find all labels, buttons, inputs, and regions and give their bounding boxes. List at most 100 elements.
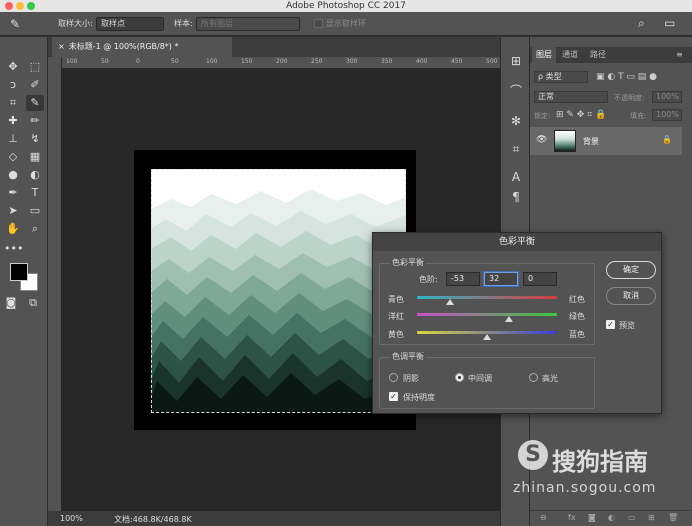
eraser-tool-icon[interactable]: ◇ <box>4 149 22 165</box>
adjustment-layer-icon[interactable]: ◐ <box>608 513 615 522</box>
tab-layers[interactable]: 图层 <box>532 47 556 63</box>
color-balance-group-label: 色彩平衡 <box>390 257 426 268</box>
cyan-red-slider-thumb[interactable] <box>446 299 454 305</box>
shadows-radio[interactable] <box>389 373 398 382</box>
ruler-tick-label: 100 <box>206 58 218 65</box>
crop-panel-icon[interactable]: ⌗ <box>508 141 524 157</box>
highlights-radio[interactable] <box>529 373 538 382</box>
ruler-tick-label: 150 <box>241 58 253 65</box>
fx-icon[interactable]: fx <box>568 513 576 522</box>
blend-row: 正常 不透明度: 100% <box>534 91 686 105</box>
more-tools-icon[interactable]: ••• <box>4 241 23 257</box>
new-layer-icon[interactable]: ⊞ <box>648 513 655 522</box>
search-icon[interactable]: ⌕ <box>638 16 645 31</box>
new-group-icon[interactable]: ▭ <box>628 513 636 522</box>
cancel-button[interactable]: 取消 <box>606 287 656 305</box>
show-ring-checkbox[interactable] <box>314 19 323 28</box>
close-tab-icon[interactable]: × <box>58 42 65 51</box>
document-tab-title: 未标题-1 @ 100%(RGB/8*) * <box>68 42 179 51</box>
trash-icon[interactable]: 🗑 <box>668 513 678 522</box>
crop-tool-icon[interactable]: ⌗ <box>4 95 22 111</box>
zoom-level[interactable]: 100% <box>60 514 83 523</box>
quick-mask-icon[interactable]: ◙ <box>2 295 20 311</box>
zoom-tool-icon[interactable]: ⌕ <box>26 221 44 237</box>
ruler-tick-label: 50 <box>171 58 179 65</box>
dodge-tool-icon[interactable]: ◐ <box>26 167 44 183</box>
app-title: Adobe Photoshop CC 2017 <box>286 1 406 11</box>
blend-mode-select[interactable]: 正常 <box>534 91 608 103</box>
yellow-blue-slider-thumb[interactable] <box>483 334 491 340</box>
midtones-label: 中间调 <box>468 374 492 383</box>
layer-filter-row: ρ 类型 ▣ ◐ T ▭ ▤ ● <box>534 71 686 85</box>
gradient-tool-icon[interactable]: ▦ <box>26 149 44 165</box>
preserve-luminosity-checkbox[interactable]: ✓ <box>389 392 398 401</box>
highlights-label: 高光 <box>542 374 558 383</box>
eyedropper-tool-icon[interactable]: ✎ <box>26 95 44 111</box>
tone-balance-group-label: 色调平衡 <box>390 351 426 362</box>
character-panel-icon[interactable]: A <box>508 169 524 185</box>
move-tool-icon[interactable]: ✥ <box>4 59 22 75</box>
tab-paths[interactable]: 路径 <box>590 47 606 63</box>
pen-tool-icon[interactable]: ✒ <box>4 185 22 201</box>
lock-icons[interactable]: ⊞ ✎ ✥ ⌗ 🔒 <box>556 110 606 120</box>
layer-name: 背景 <box>583 137 599 146</box>
eye-icon[interactable]: 👁 <box>536 135 547 145</box>
link-layers-icon[interactable]: ⊖ <box>540 513 547 522</box>
healing-tool-icon[interactable]: ✚ <box>4 113 22 129</box>
ruler-tick-label: 50 <box>101 58 109 65</box>
ruler-tick-label: 250 <box>311 58 323 65</box>
lasso-tool-icon[interactable]: ↄ <box>4 77 22 93</box>
midtones-radio[interactable] <box>455 373 464 382</box>
green-label: 绿色 <box>569 312 585 321</box>
eyedropper-icon[interactable]: ✎ <box>10 17 20 31</box>
status-bar: 100% 文档:468.8K/468.8K <box>48 511 500 526</box>
ok-button[interactable]: 确定 <box>606 261 656 279</box>
curves-panel-icon[interactable]: ⌒ <box>508 83 524 99</box>
type-tool-icon[interactable]: T <box>26 185 44 201</box>
blur-tool-icon[interactable]: ● <box>4 167 22 183</box>
fill-input[interactable]: 100% <box>652 109 682 121</box>
puppet-panel-icon[interactable]: ✻ <box>508 113 524 129</box>
shape-tool-icon[interactable]: ▭ <box>26 203 44 219</box>
tab-channels[interactable]: 通道 <box>562 47 578 63</box>
levels-label: 色阶: <box>419 275 438 284</box>
path-select-icon[interactable]: ➤ <box>4 203 22 219</box>
history-brush-icon[interactable]: ↯ <box>26 131 44 147</box>
quick-select-tool-icon[interactable]: ✐ <box>26 77 44 93</box>
cyan-red-slider[interactable] <box>417 296 557 299</box>
kind-filter-select[interactable]: ρ 类型 <box>534 71 588 83</box>
panel-menu-icon[interactable]: ≡ <box>676 47 683 63</box>
dialog-title[interactable]: 色彩平衡 <box>373 233 661 251</box>
layers-panel-footer: ⊖ fx ◙ ◐ ▭ ⊞ 🗑 <box>530 510 692 526</box>
learn-panel-icon[interactable]: ⊞ <box>508 53 524 69</box>
red-label: 红色 <box>569 295 585 304</box>
opacity-input[interactable]: 100% <box>652 91 682 103</box>
lock-row: 锁定: ⊞ ✎ ✥ ⌗ 🔒 填充: 100% <box>534 109 686 123</box>
ruler-tick-label: 350 <box>381 58 393 65</box>
workspace-icon[interactable]: ▭ <box>664 16 675 30</box>
level-magenta-green-input[interactable]: 32 <box>484 272 518 286</box>
document-info[interactable]: 文档:468.8K/468.8K <box>114 514 192 525</box>
preserve-luminosity-label: 保持明度 <box>403 393 435 402</box>
sample-select[interactable]: 所有图层 <box>196 17 300 31</box>
add-mask-icon[interactable]: ◙ <box>588 513 596 522</box>
hand-tool-icon[interactable]: ✋ <box>4 221 22 237</box>
magenta-green-slider-thumb[interactable] <box>505 316 513 322</box>
foreground-color-swatch-top <box>10 263 28 281</box>
sample-size-label: 取样大小: <box>58 19 93 28</box>
marquee-tool-icon[interactable]: ⬚ <box>26 59 44 75</box>
level-cyan-red-input[interactable]: -53 <box>446 272 480 286</box>
document-tab[interactable]: × 未标题-1 @ 100%(RGB/8*) * <box>52 37 232 57</box>
brush-tool-icon[interactable]: ✏ <box>26 113 44 129</box>
tools-panel: ✥ ⬚ ↄ ✐ ⌗ ✎ ✚ ✏ ⊥ ↯ ◇ ▦ ● ◐ ✒ T ➤ ▭ ✋ ⌕ … <box>0 37 48 526</box>
level-yellow-blue-input[interactable]: 0 <box>523 272 557 286</box>
screen-mode-icon[interactable]: ⧉ <box>24 295 42 311</box>
preview-checkbox[interactable]: ✓ <box>606 320 615 329</box>
stamp-tool-icon[interactable]: ⊥ <box>4 131 22 147</box>
filter-icons[interactable]: ▣ ◐ T ▭ ▤ ● <box>596 72 657 82</box>
paragraph-panel-icon[interactable]: ¶ <box>508 189 524 205</box>
sample-size-select[interactable]: 取样点 <box>96 17 164 31</box>
selection-marquee <box>151 169 406 413</box>
magenta-green-slider[interactable] <box>417 313 557 316</box>
layer-row-background[interactable]: 👁 背景 🔒 <box>530 127 682 155</box>
